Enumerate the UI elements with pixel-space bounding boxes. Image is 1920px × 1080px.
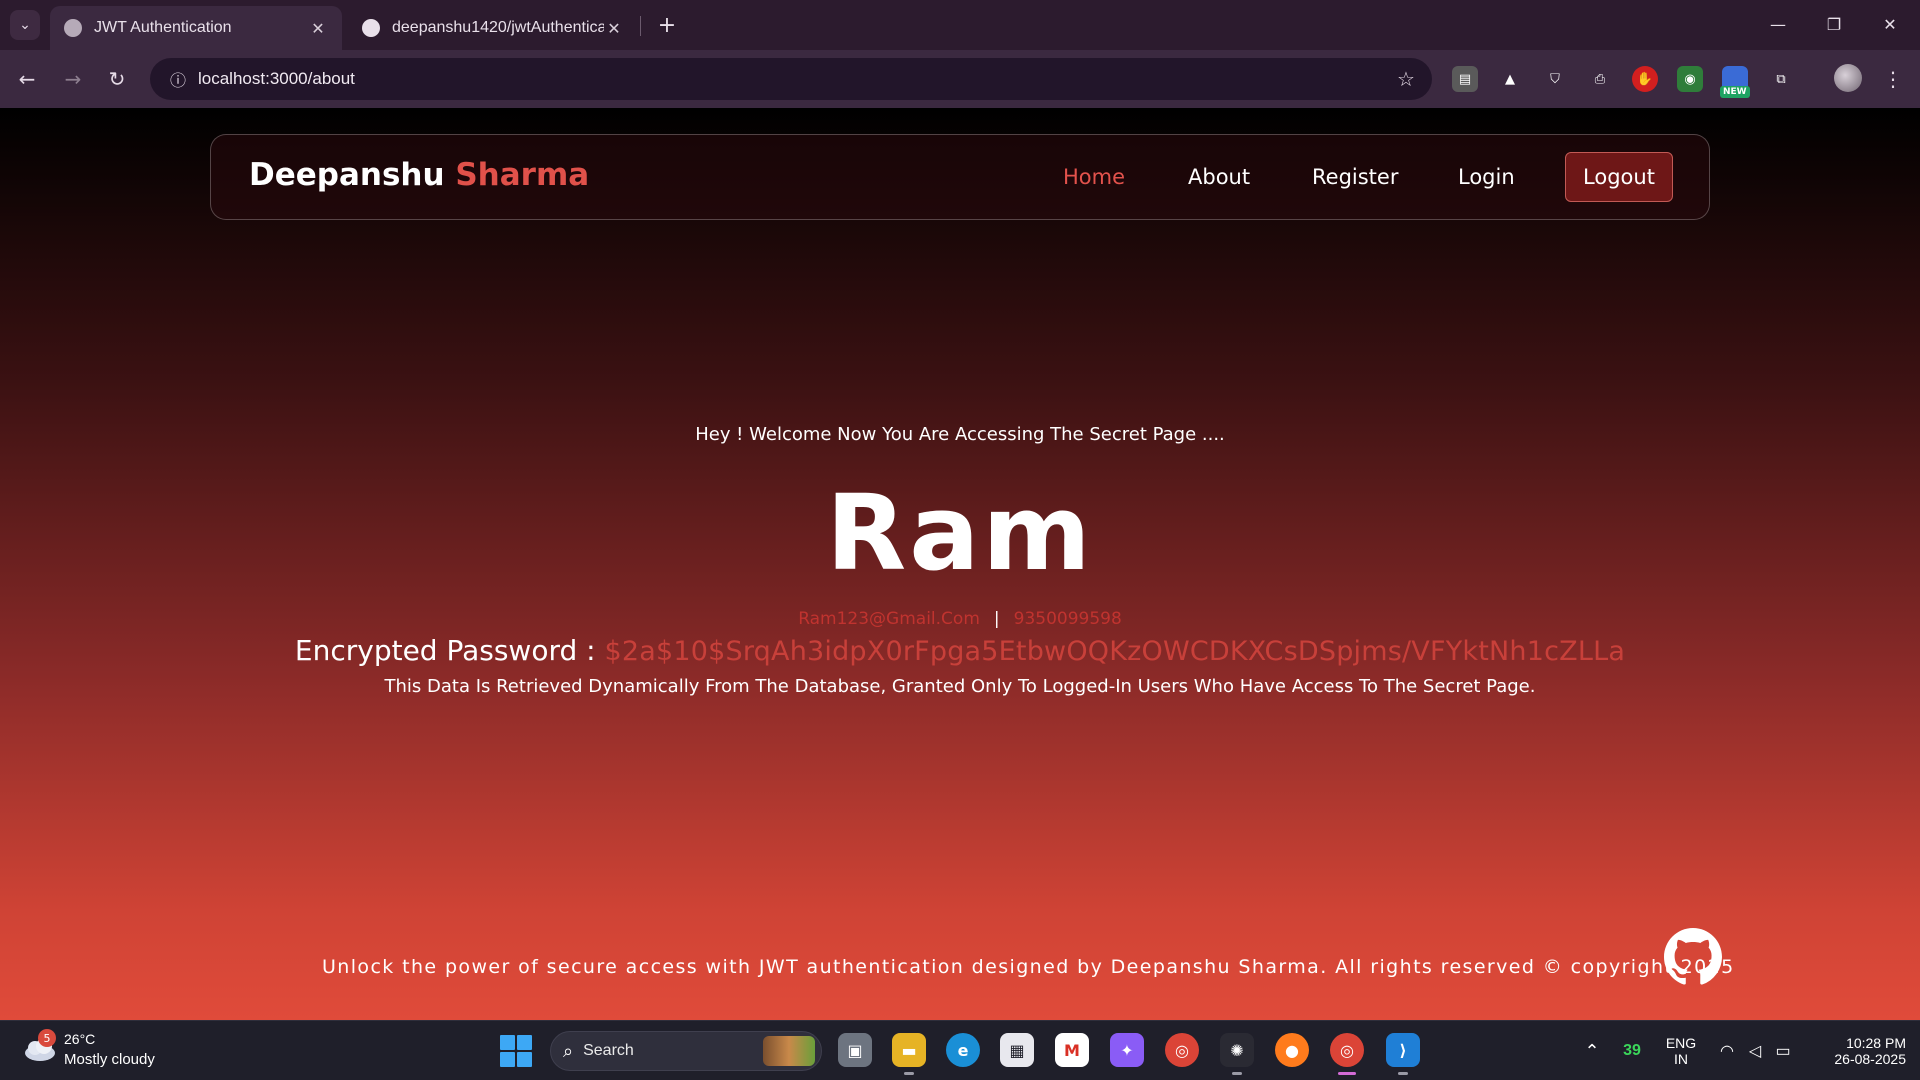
data-note: This Data Is Retrieved Dynamically From … [384,676,1536,697]
contact-line: Ram123@Gmail.Com | 9350099598 [0,609,1920,629]
address-bar[interactable]: ⓘ localhost:3000/about ☆ [150,58,1432,100]
extension-new-icon[interactable]: NEW [1720,66,1750,98]
extension-camera-icon[interactable]: ◉ [1677,66,1703,92]
new-badge: NEW [1720,86,1750,98]
running-indicator [904,1072,914,1075]
language-indicator[interactable]: ENG IN [1660,1021,1702,1080]
tray-chevron-up-icon[interactable]: ⌃ [1578,1021,1606,1080]
windows-start-icon[interactable] [500,1035,532,1067]
contact-separator: | [993,609,1000,629]
brand-second: Sharma [455,157,590,193]
tab-search-icon[interactable]: ⌄ [10,10,40,40]
nav-home-link[interactable]: Home [1063,165,1125,189]
reload-icon[interactable]: ↻ [100,62,134,96]
browser-tab-bar: ⌄ JWT Authentication ✕ deepanshu1420/jwt… [0,0,1920,50]
clock[interactable]: 10:28 PM 26-08-2025 [1806,1021,1906,1080]
chrome-icon[interactable]: ◎ [1165,1033,1199,1067]
globe-icon [64,19,82,37]
clock-time: 10:28 PM [1846,1035,1906,1051]
back-icon[interactable]: ← [10,62,44,96]
close-window-icon[interactable]: ✕ [1870,8,1910,40]
restore-icon[interactable]: ❐ [1814,8,1854,40]
user-phone: 9350099598 [1013,609,1122,629]
running-indicator [1338,1072,1356,1075]
extension-mountain-icon[interactable]: ▲ [1497,66,1523,92]
page-content: Deepanshu Sharma Home About Register Log… [0,108,1920,1020]
region-code: IN [1674,1051,1688,1067]
profile-avatar[interactable] [1834,64,1862,92]
minimize-icon[interactable]: — [1758,8,1798,40]
menu-dots-icon[interactable]: ⋮ [1876,62,1910,96]
gmail-icon[interactable]: M [1055,1033,1089,1067]
nav-about-link[interactable]: About [1188,165,1250,189]
footer-text: Unlock the power of secure access with J… [322,956,1735,978]
language-code: ENG [1665,1035,1697,1051]
nav-login-link[interactable]: Login [1458,165,1515,189]
github-icon[interactable] [1664,928,1722,986]
search-label: Search [583,1042,634,1059]
firefox-icon[interactable]: ● [1275,1033,1309,1067]
clock-date: 26-08-2025 [1834,1051,1906,1067]
weather-description[interactable]: Mostly cloudy [64,1051,155,1068]
encrypted-password-line: Encrypted Password : $2a$10$SrqAh3idpX0r… [0,634,1920,667]
chrome-active-icon[interactable]: ◎ [1330,1033,1364,1075]
weather-alert-badge: 5 [38,1029,56,1047]
site-navbar: Deepanshu Sharma Home About Register Log… [210,134,1710,220]
nav-register-link[interactable]: Register [1312,165,1398,189]
volume-icon[interactable]: ◁ [1742,1021,1768,1080]
close-icon[interactable]: ✕ [604,19,624,38]
tab-title: JWT Authentication [94,19,232,36]
password-hash: $2a$10$SrqAh3idpX0rFpga5EtbwOQKzOWCDKXCs… [604,636,1626,667]
logout-button[interactable]: Logout [1565,152,1673,202]
tab-divider [640,16,641,36]
store-icon[interactable]: ▦ [1000,1033,1034,1067]
edge-icon[interactable]: e [946,1033,980,1067]
extensions-puzzle-icon[interactable]: ⧉ [1768,66,1794,92]
vscode-icon[interactable]: ⟩ [1386,1033,1420,1075]
password-label: Encrypted Password : [294,634,596,667]
github-icon [362,19,380,37]
tab-title: deepanshu1420/jwtAuthentication [392,19,604,36]
tab-github-repo[interactable]: deepanshu1420/jwtAuthentication ✕ [348,6,638,50]
url-text[interactable]: localhost:3000/about [198,69,1386,89]
extension-tabs-icon[interactable]: ▤ [1452,66,1478,92]
taskbar-search[interactable]: ⌕ Search [550,1031,822,1071]
running-indicator [1398,1072,1408,1075]
file-explorer-icon[interactable]: ▬ [892,1033,926,1075]
extension-shield-icon[interactable]: ⛉ [1542,66,1568,92]
site-info-icon[interactable]: ⓘ [158,67,198,91]
running-indicator [1232,1072,1242,1075]
chatgpt-icon[interactable]: ✺ [1220,1033,1254,1075]
weather-temperature[interactable]: 26°C [64,1031,95,1047]
tab-jwt-authentication[interactable]: JWT Authentication ✕ [50,6,342,50]
extension-printer-icon[interactable]: ⎙ [1587,66,1613,92]
bookmark-star-icon[interactable]: ☆ [1386,67,1426,91]
brand-logo[interactable]: Deepanshu Sharma [249,157,589,193]
wifi-icon[interactable]: ◠ [1714,1021,1740,1080]
forward-icon[interactable]: → [56,62,90,96]
battery-icon[interactable]: ▭ [1770,1021,1796,1080]
extension-hand-icon[interactable]: ✋ [1632,66,1658,92]
close-icon[interactable]: ✕ [308,19,328,38]
new-tab-icon[interactable]: + [652,10,682,40]
brand-first: Deepanshu [249,157,445,193]
tray-counter[interactable]: 39 [1614,1021,1650,1080]
windows-taskbar: 5 26°C Mostly cloudy ⌕ Search ▣ ▬ e ▦ M … [0,1020,1920,1080]
browser-toolbar: ← → ↻ ⓘ localhost:3000/about ☆ ▤ ▲ ⛉ ⎙ ✋… [0,50,1920,108]
search-icon: ⌕ [563,1040,574,1062]
task-view-icon[interactable]: ▣ [838,1033,872,1067]
user-name-heading: Ram [826,472,1094,594]
copilot-icon[interactable]: ✦ [1110,1033,1144,1067]
search-highlight-image [763,1036,815,1066]
welcome-message: Hey ! Welcome Now You Are Accessing The … [695,424,1225,445]
user-email: Ram123@Gmail.Com [798,609,980,629]
